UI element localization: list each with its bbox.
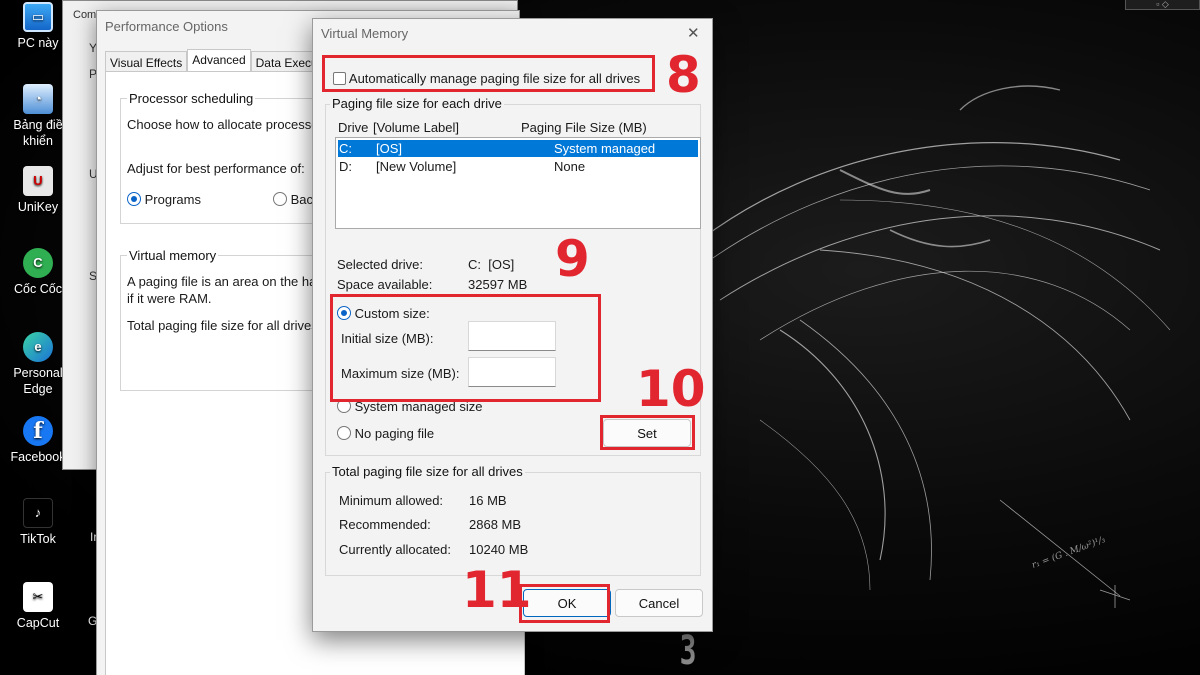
desktop-icon-coc-coc[interactable]: C Cốc Cốc xyxy=(6,248,70,297)
desktop-icon-label: Cốc Cốc xyxy=(14,282,62,296)
volume-label: [New Volume] xyxy=(376,159,457,174)
group-legend: Virtual memory xyxy=(127,248,219,263)
step-8-number: 8 xyxy=(666,46,701,104)
programs-label: Programs xyxy=(144,192,201,207)
top-right-widget[interactable]: ▫ ◇ xyxy=(1125,0,1200,10)
space-available-value: 32597 MB xyxy=(468,277,528,292)
desktop-icon-edge[interactable]: e Personal Edge xyxy=(6,332,70,397)
currently-allocated-label: Currently allocated: xyxy=(339,542,451,557)
space-available-label: Space available: xyxy=(337,277,433,292)
edge-icon: e xyxy=(23,332,53,362)
performance-tabs: Visual Effects Advanced Data Execution xyxy=(105,49,343,71)
programs-radio[interactable]: Programs xyxy=(127,192,201,207)
group-legend: Processor scheduling xyxy=(127,91,256,106)
no-paging-radio[interactable]: No paging file xyxy=(337,426,434,441)
virtual-memory-description: A paging file is an area on the ha xyxy=(127,274,317,289)
drive-letter: C: xyxy=(339,141,352,156)
tiktok-icon: ♪ xyxy=(23,498,53,528)
paging-size: None xyxy=(554,159,586,174)
column-header-size: Paging File Size (MB) xyxy=(521,120,647,135)
minimum-allowed-value: 16 MB xyxy=(469,493,507,508)
column-header-volume: [Volume Label] xyxy=(373,120,460,135)
currently-allocated-value: 10240 MB xyxy=(469,542,529,557)
step-10-number: 10 xyxy=(636,360,706,418)
coc-coc-icon: C xyxy=(23,248,53,278)
desktop-icon-label: Facebook xyxy=(10,450,66,464)
desktop-icon-control-panel[interactable]: ◔ Bảng điề khiển xyxy=(6,84,70,149)
no-paging-label: No paging file xyxy=(354,426,435,441)
drive-letter: D: xyxy=(339,159,352,174)
desktop-icon-label: Personal Edge xyxy=(13,366,63,396)
close-icon[interactable]: ✕ xyxy=(687,24,700,42)
paging-size: System managed xyxy=(554,141,656,156)
dialog-title: Virtual Memory xyxy=(321,26,409,41)
facebook-icon: f xyxy=(23,416,53,446)
total-paging-label: Total paging file size for all drives xyxy=(127,318,318,333)
step-11-highlight xyxy=(519,584,610,623)
desktop-icon-this-pc[interactable]: ▭ PC này xyxy=(6,2,70,51)
desktop-icon-unikey[interactable]: U UniKey xyxy=(6,166,70,215)
capcut-icon: ✂ xyxy=(23,582,53,612)
background-services-radio[interactable]: Bac xyxy=(273,192,313,207)
step-9-highlight xyxy=(330,294,601,402)
step-11-number: 11 xyxy=(462,561,532,619)
cancel-button[interactable]: Cancel xyxy=(615,589,703,617)
virtual-memory-description-2: if it were RAM. xyxy=(127,291,212,306)
recommended-label: Recommended: xyxy=(339,517,431,532)
control-panel-icon: ◔ xyxy=(23,84,53,114)
list-item-drive-c[interactable]: C: [OS] System managed xyxy=(338,140,698,157)
computer-icon: ▭ xyxy=(23,2,53,32)
selected-drive-label: Selected drive: xyxy=(337,257,423,272)
background-label: Bac xyxy=(290,192,314,207)
tab-advanced[interactable]: Advanced xyxy=(187,49,251,71)
desktop-icon-label: PC này xyxy=(17,36,59,50)
selected-drive-value: C: [OS] xyxy=(468,257,515,272)
adjust-label: Adjust for best performance of: xyxy=(127,161,305,176)
radio-unselected-icon xyxy=(337,426,351,440)
step-9-number: 9 xyxy=(555,230,590,288)
radio-unselected-icon xyxy=(273,192,287,206)
desktop-icon-label: TikTok xyxy=(20,532,56,546)
drive-list[interactable]: C: [OS] System managed D: [New Volume] N… xyxy=(335,137,701,229)
desktop-icon-capcut[interactable]: ✂ CapCut xyxy=(6,582,70,631)
desktop-icon-label: UniKey xyxy=(17,200,59,214)
group-legend: Paging file size for each drive xyxy=(330,96,504,111)
radio-selected-icon xyxy=(127,192,141,206)
group-legend: Total paging file size for all drives xyxy=(330,464,525,479)
recommended-value: 2868 MB xyxy=(469,517,522,532)
step-10-highlight xyxy=(600,415,695,450)
wallpaper-digit: 3 xyxy=(679,628,697,674)
minimum-allowed-label: Minimum allowed: xyxy=(339,493,444,508)
desktop-icon-facebook[interactable]: f Facebook xyxy=(6,416,70,465)
processor-description: Choose how to allocate processor xyxy=(127,117,323,132)
list-item-drive-d[interactable]: D: [New Volume] None xyxy=(338,158,698,175)
window-title: Performance Options xyxy=(105,19,228,34)
tab-visual-effects[interactable]: Visual Effects xyxy=(105,51,188,71)
desktop-icon-label: CapCut xyxy=(16,616,60,630)
unikey-icon: U xyxy=(23,166,53,196)
desktop-icon-tiktok[interactable]: ♪ TikTok xyxy=(6,498,70,547)
desktop-icon-label: Bảng điề khiển xyxy=(13,118,63,148)
column-header-drive: Drive xyxy=(338,120,369,135)
volume-label: [OS] xyxy=(376,141,403,156)
step-8-highlight xyxy=(322,55,655,92)
